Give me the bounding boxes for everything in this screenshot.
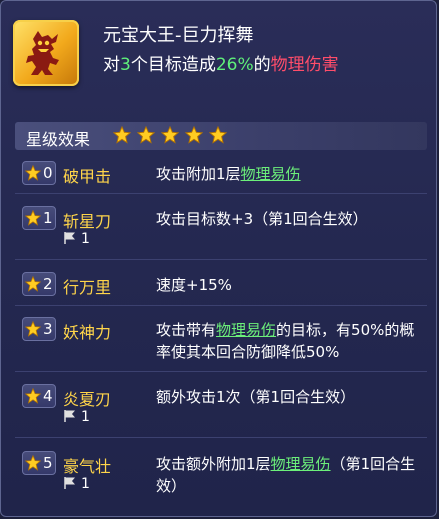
star-icon: [25, 388, 41, 404]
effect-text: 攻击目标数+3（第1回合生效）: [156, 210, 368, 228]
physical-vulnerability-link[interactable]: 物理易伤: [241, 165, 301, 183]
star-level-badge: 2: [22, 272, 56, 296]
flag-icon: [64, 477, 75, 489]
star-icon: [160, 125, 180, 144]
star-icon: [136, 125, 156, 144]
skill-description: 对3个目标造成26%的物理伤害: [103, 55, 339, 75]
skill-title: 元宝大王-巨力挥舞: [103, 25, 254, 46]
star-level: 3: [43, 320, 53, 338]
star-icon: [25, 210, 41, 226]
star-icon: [25, 165, 41, 181]
skill-icon: [13, 20, 79, 86]
flag-count: 1: [63, 231, 90, 247]
physical-vulnerability-link[interactable]: 物理易伤: [271, 455, 331, 473]
star-rating: [112, 125, 228, 148]
flag-count: 1: [63, 409, 90, 425]
star-level-badge: 5: [22, 451, 56, 475]
star-level-badge: 3: [22, 317, 56, 341]
star-effects-label: 星级效果: [26, 130, 91, 149]
star-level: 0: [43, 164, 53, 182]
star-icon: [185, 125, 204, 144]
effect-name: 豪气壮: [63, 457, 112, 476]
effect-text: 攻击额外附加1层物理易伤（第1回合生效）: [156, 455, 416, 495]
target-count: 3: [120, 55, 131, 75]
effect-text: 攻击附加1层物理易伤: [156, 165, 301, 183]
effect-text: 攻击带有物理易伤的目标，有50%的概率使其本回合防御降低50%: [156, 321, 415, 361]
divider: [15, 437, 427, 438]
star-level: 5: [43, 454, 53, 472]
divider: [15, 193, 427, 194]
star-icon: [25, 455, 41, 471]
star-effects-header: 星级效果: [15, 122, 427, 150]
effect-name: 行万里: [63, 278, 112, 297]
star-icon: [112, 125, 132, 144]
effect-text: 额外攻击1次（第1回合生效）: [156, 388, 356, 406]
flag-icon: [64, 232, 75, 244]
effect-name: 炎夏刃: [63, 390, 112, 409]
star-level-badge: 0: [22, 161, 56, 185]
star-icon: [25, 321, 41, 337]
demon-silhouette-icon: [26, 31, 59, 75]
flag-icon: [64, 410, 75, 422]
damage-percent: 26%: [215, 55, 254, 75]
star-level-badge: 1: [22, 206, 56, 230]
effect-name: 妖神力: [63, 323, 112, 342]
star-level-badge: 4: [22, 384, 56, 408]
divider: [15, 371, 427, 372]
star-level: 1: [43, 209, 53, 227]
physical-vulnerability-link[interactable]: 物理易伤: [216, 321, 276, 339]
effect-name: 斩星刀: [63, 212, 112, 231]
divider: [15, 259, 427, 260]
effect-name: 破甲击: [63, 167, 112, 186]
star-icon: [209, 125, 228, 144]
star-level: 4: [43, 387, 53, 405]
star-icon: [25, 276, 41, 292]
star-level: 2: [43, 275, 53, 293]
effect-text: 速度+15%: [156, 276, 232, 294]
flag-count: 1: [63, 476, 90, 492]
divider: [15, 305, 427, 306]
damage-type: 物理伤害: [270, 55, 339, 75]
skill-tooltip-panel: 元宝大王-巨力挥舞 对3个目标造成26%的物理伤害 星级效果 0 破甲击 攻击附…: [0, 0, 437, 517]
